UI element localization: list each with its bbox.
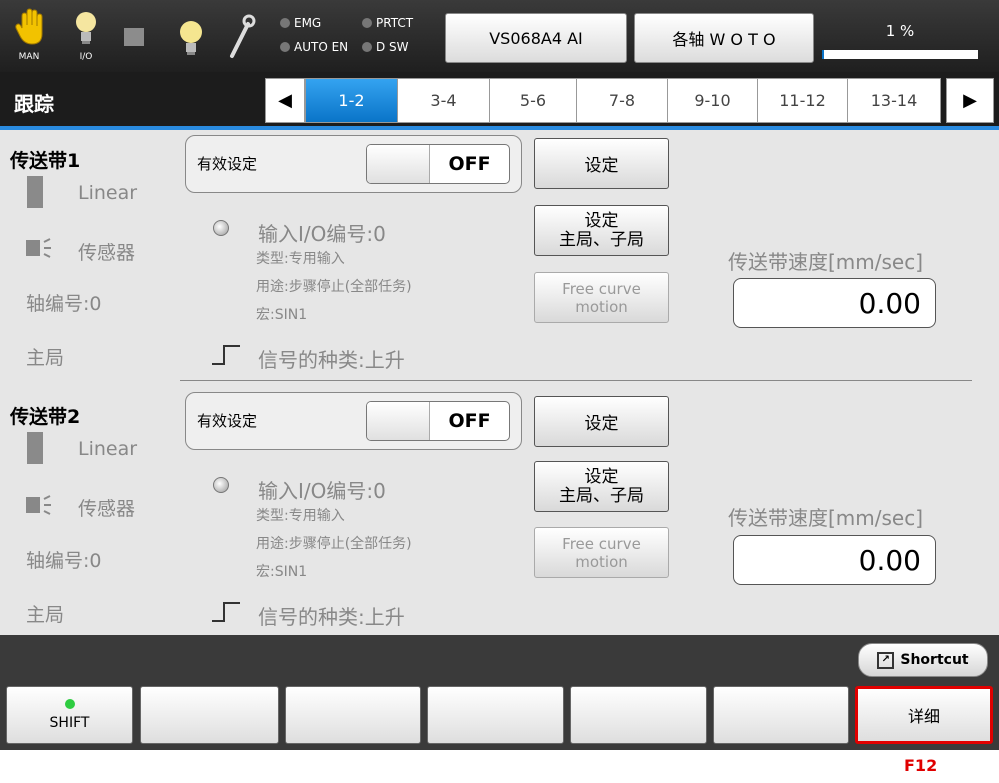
triangle-right-icon: ▶ [963, 90, 977, 111]
shortcut-button[interactable]: ↗ Shortcut [858, 643, 988, 677]
conveyor-2-signal: 信号的种类:上升 [258, 605, 405, 629]
status-led-icon [280, 18, 290, 28]
io-indicator[interactable]: I/O [71, 8, 101, 62]
shift-led-icon [64, 699, 75, 709]
io-label: I/O [79, 52, 93, 62]
conveyor-2-type: Linear [78, 438, 138, 460]
conveyor-2-valid-toggle[interactable]: OFF [366, 401, 510, 441]
sensor-icon [26, 493, 58, 517]
lightbulb-icon [76, 12, 96, 44]
conveyor-2-valid-label: 有效设定 [197, 412, 258, 430]
conveyor-2-speed-label: 传送带速度[mm/sec] [728, 506, 924, 530]
tab-prev-button[interactable]: ◀ [265, 78, 305, 123]
function-key-6[interactable] [713, 686, 849, 744]
status-led-icon [280, 42, 290, 52]
conveyor-2-io-number: 输入I/O编号:0 [258, 479, 386, 503]
conveyor-2-set-button[interactable]: 设定 [534, 396, 669, 447]
conveyor-1-axis: 轴编号:0 [26, 293, 102, 315]
conveyor-1-sensor: 传感器 [78, 242, 136, 264]
tab-13-14[interactable]: 13-14 [847, 78, 941, 123]
toggle-knob [367, 145, 430, 183]
triangle-left-icon: ◀ [278, 90, 292, 111]
toggle-state: OFF [448, 410, 491, 432]
shift-button[interactable]: SHIFT [6, 686, 133, 744]
conveyor-1-signal: 信号的种类:上升 [258, 348, 405, 372]
lamp-button[interactable] [176, 18, 206, 58]
function-key-4[interactable] [427, 686, 564, 744]
manual-mode-button[interactable]: MAN [14, 8, 48, 62]
dsw-indicator: D SW [362, 40, 409, 54]
status-led-icon [362, 18, 372, 28]
tab-5-6[interactable]: 5-6 [489, 78, 577, 123]
conveyor-2-speed-value: 0.00 [733, 535, 936, 585]
axis-button[interactable]: 各轴 W O T O [634, 13, 814, 63]
conveyor-1-set-button[interactable]: 设定 [534, 138, 669, 189]
conveyor-1-speed-label: 传送带速度[mm/sec] [728, 250, 924, 274]
lightbulb-icon [180, 21, 202, 55]
conveyor-1-io-use: 用途:步骤停止(全部任务) [256, 279, 412, 295]
speed-percent: 1 % [885, 22, 915, 40]
maintenance-button[interactable] [226, 14, 256, 60]
conveyor-1-io-number: 输入I/O编号:0 [258, 222, 386, 246]
conveyor-1-free-curve-button[interactable]: Free curve motion [534, 272, 669, 323]
conveyor-2-io-macro: 宏:SIN1 [256, 564, 308, 580]
conveyor-2-io-use: 用途:步骤停止(全部任务) [256, 536, 412, 552]
wrench-icon [230, 14, 256, 58]
conveyor-1-master-slave-button[interactable]: 设定 主局、子局 [534, 205, 669, 256]
rising-edge-icon [212, 344, 240, 366]
emg-indicator: EMG [280, 16, 321, 30]
tab-7-8[interactable]: 7-8 [576, 78, 668, 123]
conveyor-2-free-curve-button[interactable]: Free curve motion [534, 527, 669, 578]
page-title: 跟踪 [14, 92, 54, 116]
conveyor-1-io-macro: 宏:SIN1 [256, 307, 308, 323]
status-led-icon [362, 42, 372, 52]
tab-next-button[interactable]: ▶ [946, 78, 994, 123]
io-led-icon [213, 477, 229, 493]
conveyor-2-master-slave-button[interactable]: 设定 主局、子局 [534, 461, 669, 512]
conveyor-2-sensor: 传感器 [78, 498, 136, 520]
conveyor-2-title: 传送带2 [10, 406, 81, 428]
prtct-indicator: PRTCT [362, 16, 413, 30]
toggle-state: OFF [448, 153, 491, 175]
io-led-icon [213, 220, 229, 236]
auto-en-indicator: AUTO EN [280, 40, 348, 54]
conveyor-2-role: 主局 [26, 604, 65, 626]
conveyor-icon [27, 432, 43, 464]
speed-progress-fill [822, 50, 824, 59]
conveyor-1-role: 主局 [26, 347, 65, 369]
tab-9-10[interactable]: 9-10 [667, 78, 758, 123]
function-key-5[interactable] [570, 686, 707, 744]
function-key-2[interactable] [140, 686, 279, 744]
robot-model-button[interactable]: VS068A4 AI [445, 13, 627, 63]
conveyor-1-title: 传送带1 [10, 150, 81, 172]
conveyor-1-valid-label: 有效设定 [197, 155, 258, 173]
shortcut-icon: ↗ [877, 651, 895, 669]
tab-1-2[interactable]: 1-2 [305, 78, 398, 123]
tab-11-12[interactable]: 11-12 [757, 78, 848, 123]
toggle-knob [367, 402, 430, 440]
sensor-icon [26, 236, 58, 260]
function-key-3[interactable] [285, 686, 421, 744]
conveyor-1-io-type: 类型:专用输入 [256, 251, 345, 267]
stop-square-icon[interactable] [124, 28, 144, 46]
conveyor-divider [180, 380, 972, 381]
mode-label: MAN [18, 52, 40, 62]
conveyor-1-valid-toggle[interactable]: OFF [366, 144, 510, 184]
conveyor-icon [27, 176, 43, 208]
f12-caption: F12 [904, 756, 938, 775]
conveyor-1-speed-value: 0.00 [733, 278, 936, 328]
tab-3-4[interactable]: 3-4 [397, 78, 490, 123]
conveyor-1-type: Linear [78, 182, 138, 204]
hand-icon [15, 8, 43, 45]
speed-progress-bar [822, 50, 978, 59]
rising-edge-icon [212, 601, 240, 623]
conveyor-2-io-type: 类型:专用输入 [256, 508, 345, 524]
conveyor-2-axis: 轴编号:0 [26, 550, 102, 572]
detail-button[interactable]: 详细 [855, 686, 993, 744]
